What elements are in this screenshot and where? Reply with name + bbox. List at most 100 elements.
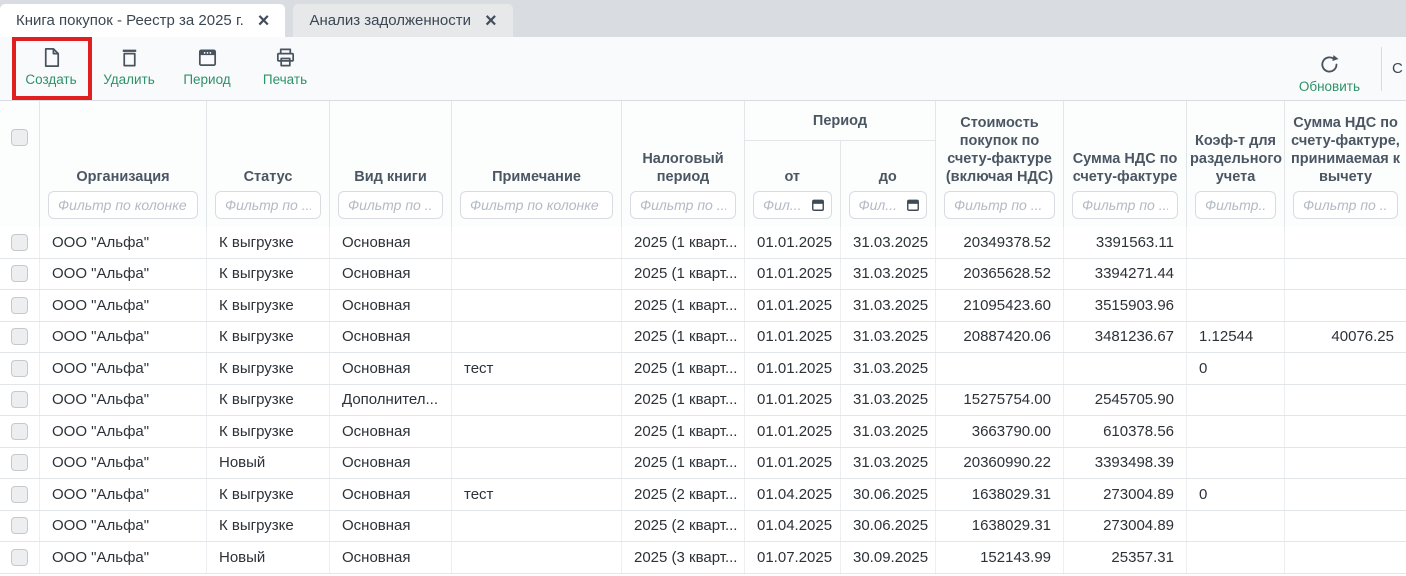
cell-vat-deductible — [1285, 511, 1406, 542]
row-checkbox[interactable] — [11, 423, 28, 440]
row-checkbox[interactable] — [11, 328, 28, 345]
tab-purchase-book[interactable]: Книга покупок - Реестр за 2025 г. × — [0, 4, 285, 37]
row-checkbox[interactable] — [11, 549, 28, 566]
cell-status: К выгрузке — [207, 353, 330, 384]
cell-organization: ООО "Альфа" — [40, 353, 207, 384]
create-button[interactable]: Создать — [12, 37, 90, 100]
row-checkbox[interactable] — [11, 486, 28, 503]
row-select-cell — [0, 385, 40, 416]
clipped-toolbar-button[interactable]: С — [1392, 60, 1406, 77]
row-checkbox[interactable] — [11, 297, 28, 314]
cell-tax-period: 2025 (1 кварт... — [622, 227, 745, 258]
refresh-button[interactable]: Обновить — [1286, 44, 1373, 94]
cell-status: К выгрузке — [207, 416, 330, 447]
cell-coefficient — [1187, 259, 1285, 290]
filter-purchase-cost-input[interactable] — [944, 191, 1055, 219]
cell-date-from: 01.01.2025 — [745, 385, 841, 416]
cell-coefficient: 1.12544 — [1187, 322, 1285, 353]
cell-date-to: 31.03.2025 — [841, 322, 936, 353]
row-checkbox[interactable] — [11, 517, 28, 534]
close-icon[interactable]: × — [258, 11, 270, 31]
row-checkbox[interactable] — [11, 360, 28, 377]
cell-organization: ООО "Альфа" — [40, 416, 207, 447]
row-checkbox[interactable] — [11, 391, 28, 408]
table-row[interactable]: ООО "Альфа"К выгрузкеОсновнаятест2025 (1… — [0, 353, 1406, 385]
header-coefficient[interactable]: Коэф-т для раздельного учета — [1187, 101, 1285, 227]
table-row[interactable]: ООО "Альфа"НовыйОсновная2025 (3 кварт...… — [0, 542, 1406, 574]
cell-vat-deductible — [1285, 227, 1406, 258]
refresh-button-label: Обновить — [1299, 79, 1360, 94]
cell-book-type: Основная — [330, 227, 452, 258]
select-all-checkbox[interactable] — [11, 129, 28, 146]
row-checkbox[interactable] — [11, 234, 28, 251]
table-row[interactable]: ООО "Альфа"НовыйОсновная2025 (1 кварт...… — [0, 448, 1406, 480]
header-date-from[interactable]: от — [745, 141, 841, 227]
cell-tax-period: 2025 (1 кварт... — [622, 290, 745, 321]
cell-book-type: Основная — [330, 479, 452, 510]
cell-book-type: Основная — [330, 353, 452, 384]
filter-tax-period-input[interactable] — [630, 191, 736, 219]
header-note[interactable]: Примечание — [452, 101, 622, 227]
header-book-type[interactable]: Вид книги — [330, 101, 452, 227]
header-vat-amount[interactable]: Сумма НДС по счету-фактуре — [1064, 101, 1187, 227]
cell-note — [452, 416, 622, 447]
cell-date-from: 01.07.2025 — [745, 542, 841, 573]
cell-purchase-cost: 1638029.31 — [936, 479, 1064, 510]
cell-book-type: Дополнител... — [330, 385, 452, 416]
header-organization[interactable]: Организация — [40, 101, 207, 227]
cell-tax-period: 2025 (2 кварт... — [622, 479, 745, 510]
header-purchase-cost[interactable]: Стоимость покупок по счету-фактуре (вклю… — [936, 101, 1064, 227]
print-button[interactable]: Печать — [246, 37, 324, 100]
cell-status: К выгрузке — [207, 227, 330, 258]
table-row[interactable]: ООО "Альфа"К выгрузкеДополнител...2025 (… — [0, 385, 1406, 417]
filter-coefficient-input[interactable] — [1195, 191, 1276, 219]
toolbar-divider — [1381, 47, 1382, 91]
cell-organization: ООО "Альфа" — [40, 479, 207, 510]
row-checkbox[interactable] — [11, 265, 28, 282]
table-row[interactable]: ООО "Альфа"К выгрузкеОсновнаятест2025 (2… — [0, 479, 1406, 511]
tab-label: Книга покупок - Реестр за 2025 г. — [16, 12, 244, 29]
period-button[interactable]: Период — [168, 37, 246, 100]
cell-status: К выгрузке — [207, 290, 330, 321]
cell-vat-deductible — [1285, 542, 1406, 573]
header-date-to[interactable]: до — [841, 141, 936, 227]
cell-date-from: 01.01.2025 — [745, 322, 841, 353]
cell-vat-amount — [1064, 353, 1187, 384]
table-row[interactable]: ООО "Альфа"К выгрузкеОсновная2025 (1 ква… — [0, 259, 1406, 291]
cell-note: тест — [452, 479, 622, 510]
table-row[interactable]: ООО "Альфа"К выгрузкеОсновная2025 (1 ква… — [0, 290, 1406, 322]
filter-vat-deductible-input[interactable] — [1293, 191, 1398, 219]
new-document-icon — [40, 46, 63, 69]
table-row[interactable]: ООО "Альфа"К выгрузкеОсновная2025 (1 ква… — [0, 416, 1406, 448]
row-checkbox[interactable] — [11, 454, 28, 471]
filter-date-from-input[interactable] — [753, 191, 832, 219]
cell-book-type: Основная — [330, 290, 452, 321]
filter-organization-input[interactable] — [48, 191, 198, 219]
table-row[interactable]: ООО "Альфа"К выгрузкеОсновная2025 (2 ква… — [0, 511, 1406, 543]
header-status[interactable]: Статус — [207, 101, 330, 227]
filter-status-input[interactable] — [215, 191, 321, 219]
header-vat-deductible[interactable]: Сумма НДС по счету-фактуре, принимаемая … — [1285, 101, 1406, 227]
toolbar: Создать Удалить Период Печать Обновить — [0, 37, 1406, 100]
cell-date-to: 30.06.2025 — [841, 511, 936, 542]
filter-note-input[interactable] — [460, 191, 613, 219]
table-row[interactable]: ООО "Альфа"К выгрузкеОсновная2025 (1 ква… — [0, 322, 1406, 354]
cell-date-to: 30.06.2025 — [841, 479, 936, 510]
tab-debt-analysis[interactable]: Анализ задолженности × — [293, 4, 512, 37]
cell-organization: ООО "Альфа" — [40, 227, 207, 258]
filter-book-type-input[interactable] — [338, 191, 443, 219]
cell-date-to: 30.09.2025 — [841, 542, 936, 573]
close-icon[interactable]: × — [485, 11, 497, 31]
cell-note — [452, 259, 622, 290]
filter-date-to-input[interactable] — [849, 191, 928, 219]
filter-vat-amount-input[interactable] — [1072, 191, 1178, 219]
cell-book-type: Основная — [330, 448, 452, 479]
cell-book-type: Основная — [330, 322, 452, 353]
cell-purchase-cost: 20887420.06 — [936, 322, 1064, 353]
cell-purchase-cost: 21095423.60 — [936, 290, 1064, 321]
cell-purchase-cost: 15275754.00 — [936, 385, 1064, 416]
cell-tax-period: 2025 (1 кварт... — [622, 353, 745, 384]
table-row[interactable]: ООО "Альфа"К выгрузкеОсновная 2025 (1 ква… — [0, 227, 1406, 259]
delete-button[interactable]: Удалить — [90, 37, 168, 100]
header-tax-period[interactable]: Налоговый период — [622, 101, 745, 227]
